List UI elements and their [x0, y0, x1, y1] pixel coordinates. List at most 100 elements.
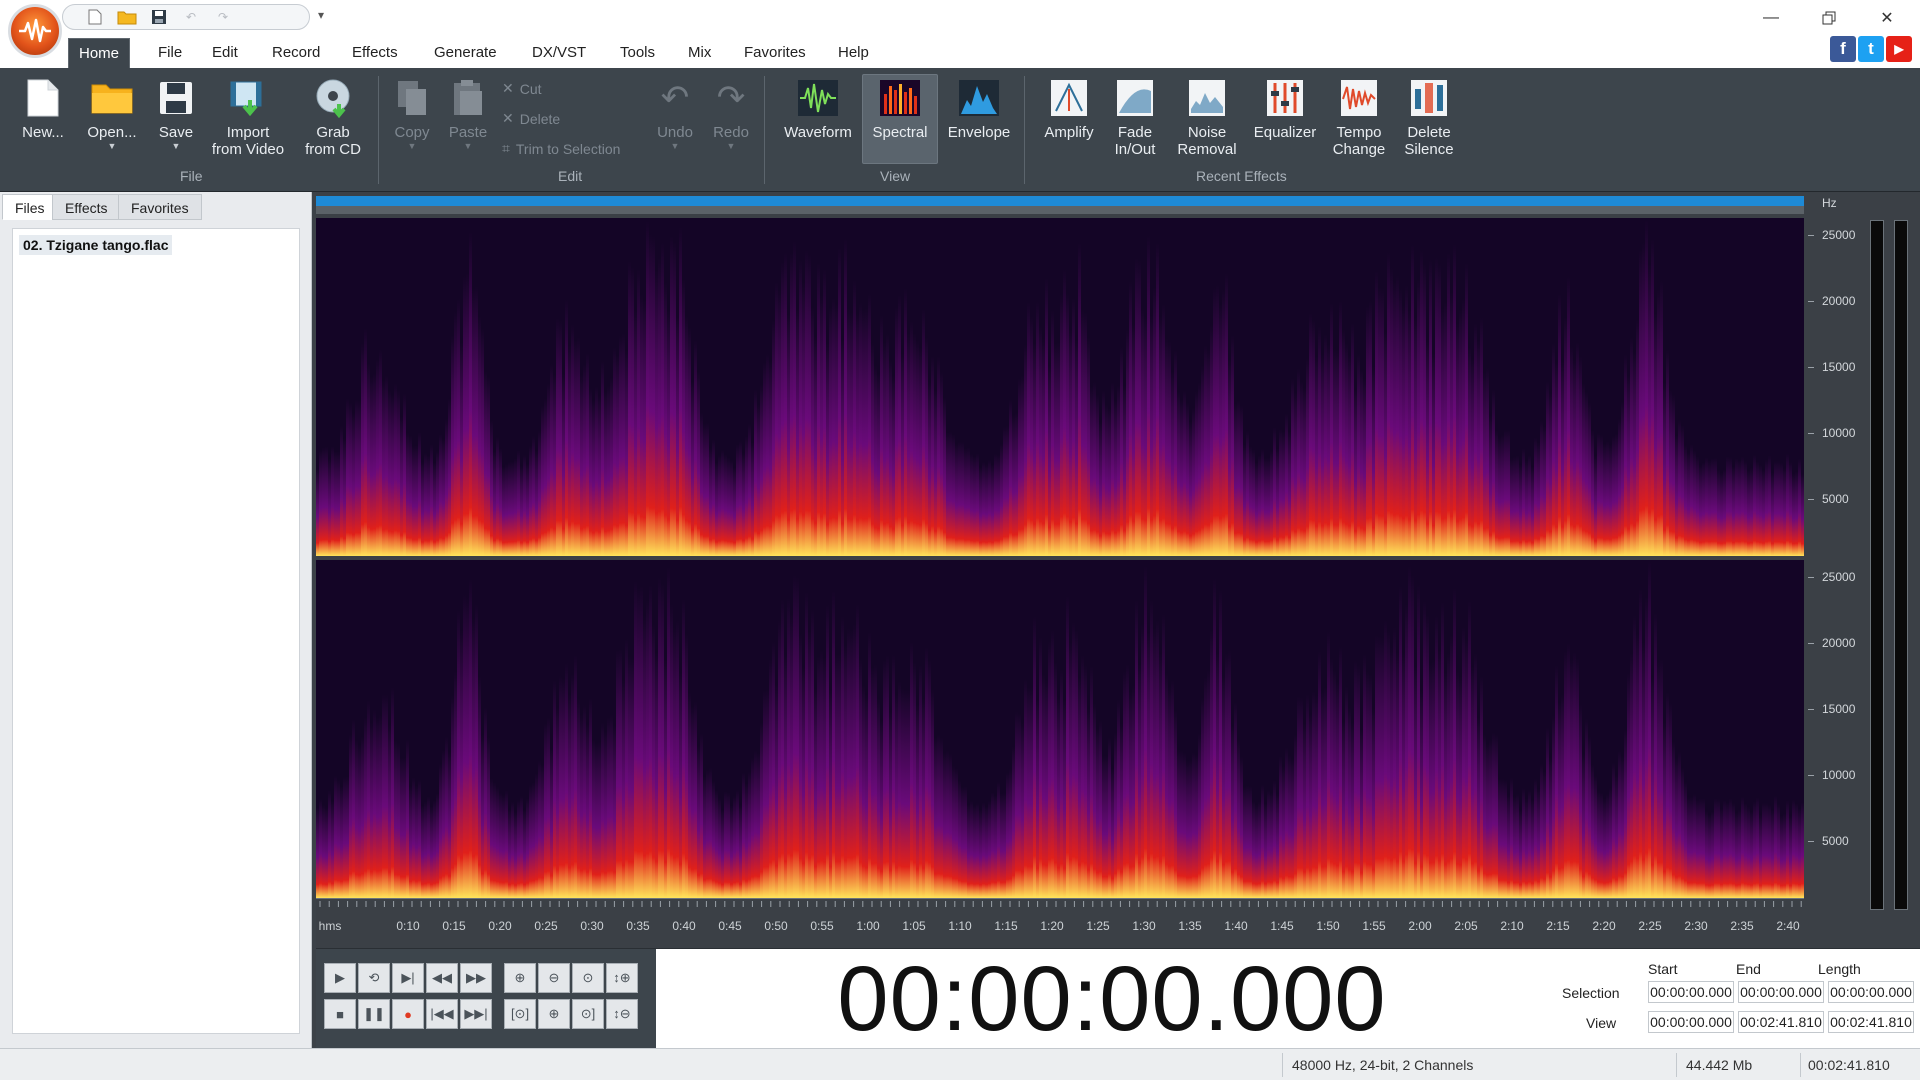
tab-file[interactable]: File	[148, 38, 192, 68]
spectral-button[interactable]: Spectral	[864, 76, 936, 141]
new-icon[interactable]	[83, 7, 107, 27]
zoom-fit-icon[interactable]: ⊙]	[572, 999, 604, 1029]
close-button[interactable]: ✕	[1858, 0, 1916, 36]
record-icon[interactable]: ●	[392, 999, 424, 1029]
tab-record[interactable]: Record	[262, 38, 330, 68]
import-from-video-button[interactable]: Import from Video	[206, 76, 290, 158]
selection-end-field[interactable]: 00:00:00.000	[1738, 981, 1824, 1003]
waveform-button[interactable]: Waveform	[780, 76, 856, 141]
amplify-button[interactable]: Amplify	[1040, 76, 1098, 141]
spectrogram-column	[1063, 269, 1066, 556]
tab-tools[interactable]: Tools	[610, 38, 665, 68]
time-ruler[interactable]: hms 0:10 0:15 0:20 0:25 0:30 0:35 0:40 0:45 0:50…	[316, 898, 1804, 948]
fade-in-out-button[interactable]: Fade In/Out	[1108, 76, 1162, 158]
redo-icon[interactable]: ↷	[211, 7, 235, 27]
view-end-field[interactable]: 00:02:41.810	[1738, 1011, 1824, 1033]
tab-home[interactable]: Home	[68, 38, 131, 68]
tab-favorites[interactable]: Favorites	[734, 38, 816, 68]
time-tick-label: 2:15	[1546, 919, 1570, 933]
quick-access-toolbar: ↶ ↷	[62, 4, 310, 30]
save-button[interactable]: Save ▼	[156, 76, 196, 151]
facebook-icon[interactable]: f	[1830, 36, 1856, 62]
panel-tab-favorites[interactable]: Favorites	[118, 194, 202, 220]
tab-dxvst[interactable]: DX/VST	[522, 38, 596, 68]
spectrogram-column	[853, 280, 856, 556]
trim-to-selection-button[interactable]: ⌗ Trim to Selection	[502, 140, 620, 157]
restore-button[interactable]	[1800, 0, 1858, 36]
spectrogram-channel-left[interactable]	[316, 218, 1804, 556]
zoom-vertical-in-icon[interactable]: ↕⊕	[606, 963, 638, 993]
play-to-end-icon[interactable]: ▶|	[392, 963, 424, 993]
tab-effects[interactable]: Effects	[342, 38, 408, 68]
go-to-end-icon[interactable]: ▶▶|	[460, 999, 492, 1029]
selection-start-field[interactable]: 00:00:00.000	[1648, 981, 1734, 1003]
equalizer-button[interactable]: Equalizer	[1250, 76, 1320, 141]
rewind-icon[interactable]: ◀◀	[426, 963, 458, 993]
paste-label: Paste	[448, 124, 488, 141]
spectrogram-area[interactable]: Hz 25000 20000 15000 10000 5000 25000 20000 15…	[316, 192, 1920, 948]
open-button[interactable]: Open... ▼	[84, 76, 140, 151]
undo-button[interactable]: ↶ Undo ▼	[654, 76, 696, 152]
spectrogram-column	[394, 383, 397, 556]
zoom-selection-icon[interactable]: ⊕	[538, 999, 570, 1029]
delete-button[interactable]: ✕ Delete	[502, 110, 560, 127]
zoom-out-icon[interactable]: ⊖	[538, 963, 570, 993]
envelope-button[interactable]: Envelope	[944, 76, 1014, 141]
spectrogram-column	[622, 679, 625, 898]
spectrogram-column	[1015, 711, 1018, 898]
open-folder-icon[interactable]	[115, 7, 139, 27]
tab-generate[interactable]: Generate	[424, 38, 507, 68]
tab-mix[interactable]: Mix	[678, 38, 721, 68]
pause-icon[interactable]: ❚❚	[358, 999, 390, 1029]
zoom-100-icon[interactable]: ⊙	[572, 963, 604, 993]
file-item[interactable]: 02. Tzigane tango.flac	[19, 235, 173, 255]
fast-forward-icon[interactable]: ▶▶	[460, 963, 492, 993]
tab-edit[interactable]: Edit	[202, 38, 248, 68]
zoom-in-icon[interactable]: ⊕	[504, 963, 536, 993]
view-length-field[interactable]: 00:02:41.810	[1828, 1011, 1914, 1033]
zoom-full-icon[interactable]: [⊙]	[504, 999, 536, 1029]
spectrogram-column	[1432, 353, 1435, 556]
spectrogram-column	[1357, 664, 1360, 898]
panel-tab-effects[interactable]: Effects	[52, 194, 121, 220]
spectrogram-column	[427, 796, 430, 898]
zoom-vertical-out-icon[interactable]: ↕⊖	[606, 999, 638, 1029]
spectrogram-column	[403, 757, 406, 898]
spectrogram-column	[1000, 443, 1003, 556]
overview-track[interactable]	[316, 206, 1804, 214]
tab-help[interactable]: Help	[828, 38, 879, 68]
cut-button[interactable]: ✕ Cut	[502, 80, 542, 97]
stop-icon[interactable]: ■	[324, 999, 356, 1029]
spectrogram-column	[757, 404, 760, 556]
selection-length-field[interactable]: 00:00:00.000	[1828, 981, 1914, 1003]
spectrogram-column	[601, 360, 604, 556]
paste-button[interactable]: Paste ▼	[446, 76, 490, 151]
youtube-icon[interactable]: ▶	[1886, 36, 1912, 62]
qat-customize-icon[interactable]: ▾	[318, 8, 324, 22]
go-to-start-icon[interactable]: |◀◀	[426, 999, 458, 1029]
spectrogram-column	[1741, 796, 1744, 898]
app-logo-icon[interactable]	[8, 4, 62, 58]
grab-from-cd-button[interactable]: Grab from CD	[300, 76, 366, 158]
spectrogram-column	[916, 704, 919, 898]
copy-button[interactable]: Copy ▼	[392, 76, 432, 151]
spectrogram-column	[1030, 687, 1033, 898]
spectrogram-column	[1072, 622, 1075, 898]
delete-silence-button[interactable]: Delete Silence	[1398, 76, 1460, 158]
spectrogram-column	[769, 659, 772, 898]
spectrogram-channel-right[interactable]	[316, 560, 1804, 898]
noise-removal-button[interactable]: Noise Removal	[1172, 76, 1242, 158]
overview-scroll-bar[interactable]	[316, 196, 1804, 206]
spectrogram-column	[835, 303, 838, 556]
save-icon[interactable]	[147, 7, 171, 27]
undo-icon[interactable]: ↶	[179, 7, 203, 27]
redo-button[interactable]: ↷ Redo ▼	[710, 76, 752, 152]
new-button[interactable]: New...	[18, 76, 68, 141]
loop-icon[interactable]: ⟲	[358, 963, 390, 993]
tempo-change-button[interactable]: Tempo Change	[1328, 76, 1390, 158]
panel-tab-files[interactable]: Files	[2, 194, 58, 220]
view-start-field[interactable]: 00:00:00.000	[1648, 1011, 1734, 1033]
minimize-button[interactable]: —	[1742, 0, 1800, 36]
play-icon[interactable]: ▶	[324, 963, 356, 993]
twitter-icon[interactable]: t	[1858, 36, 1884, 62]
